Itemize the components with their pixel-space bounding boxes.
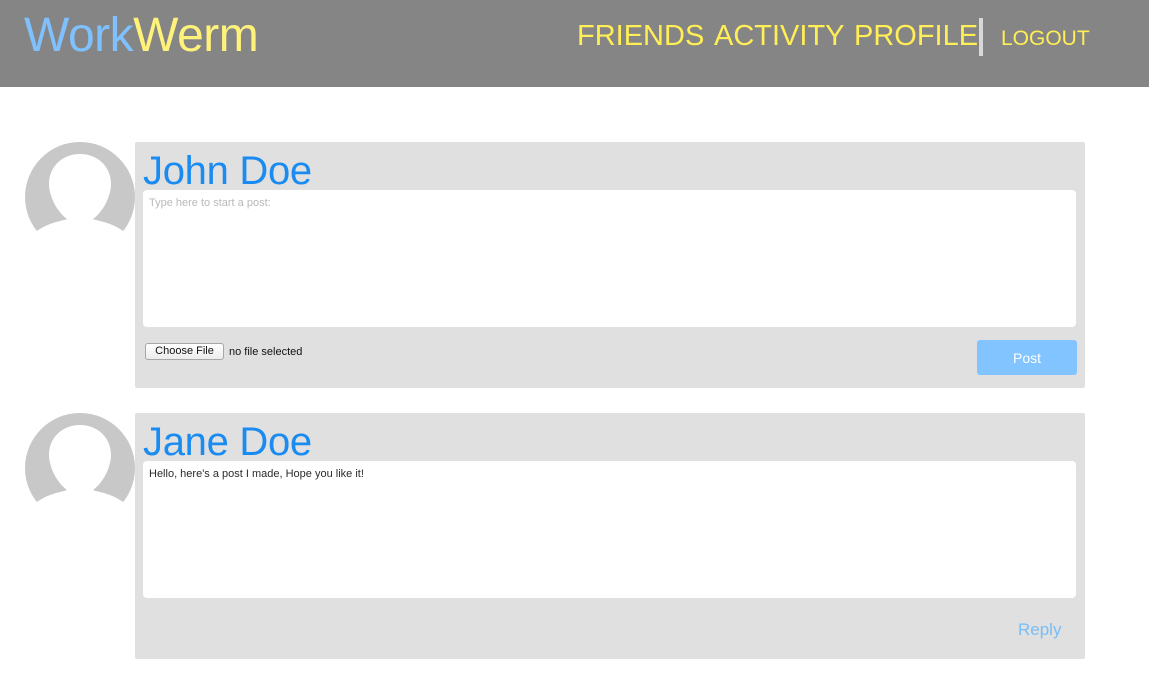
nav-profile-link[interactable]: PROFILE [854, 19, 978, 53]
nav-friends-link[interactable]: FRIENDS [577, 19, 704, 53]
nav-divider [979, 18, 983, 56]
reply-link[interactable]: Reply [1018, 620, 1061, 640]
post-card: Jane Doe Hello, here's a post I made, Ho… [135, 413, 1085, 659]
nav-activity-link[interactable]: ACTIVITY [714, 19, 845, 53]
post-composer-card: John Doe Choose File no file selected Po… [135, 142, 1085, 388]
post-body-text: Hello, here's a post I made, Hope you li… [143, 461, 1076, 598]
post-author-name: Jane Doe [143, 420, 312, 464]
nav-logout-link[interactable]: LOGOUT [1001, 27, 1090, 51]
post-button[interactable]: Post [977, 340, 1077, 375]
brand-logo-part-werm: Werm [133, 9, 259, 62]
top-header: WorkWerm FRIENDS ACTIVITY PROFILE LOGOUT [0, 0, 1149, 87]
composer-author-name: John Doe [143, 149, 312, 193]
post-textarea[interactable] [143, 190, 1076, 327]
brand-logo[interactable]: WorkWerm [24, 8, 259, 64]
user-avatar-icon [25, 142, 135, 252]
user-avatar-icon [25, 413, 135, 523]
brand-logo-part-work: Work [24, 9, 134, 62]
choose-file-button[interactable]: Choose File [145, 343, 224, 360]
file-status-text: no file selected [229, 346, 303, 358]
avatar-silhouette-icon [25, 142, 135, 234]
avatar-silhouette-icon [25, 413, 135, 505]
